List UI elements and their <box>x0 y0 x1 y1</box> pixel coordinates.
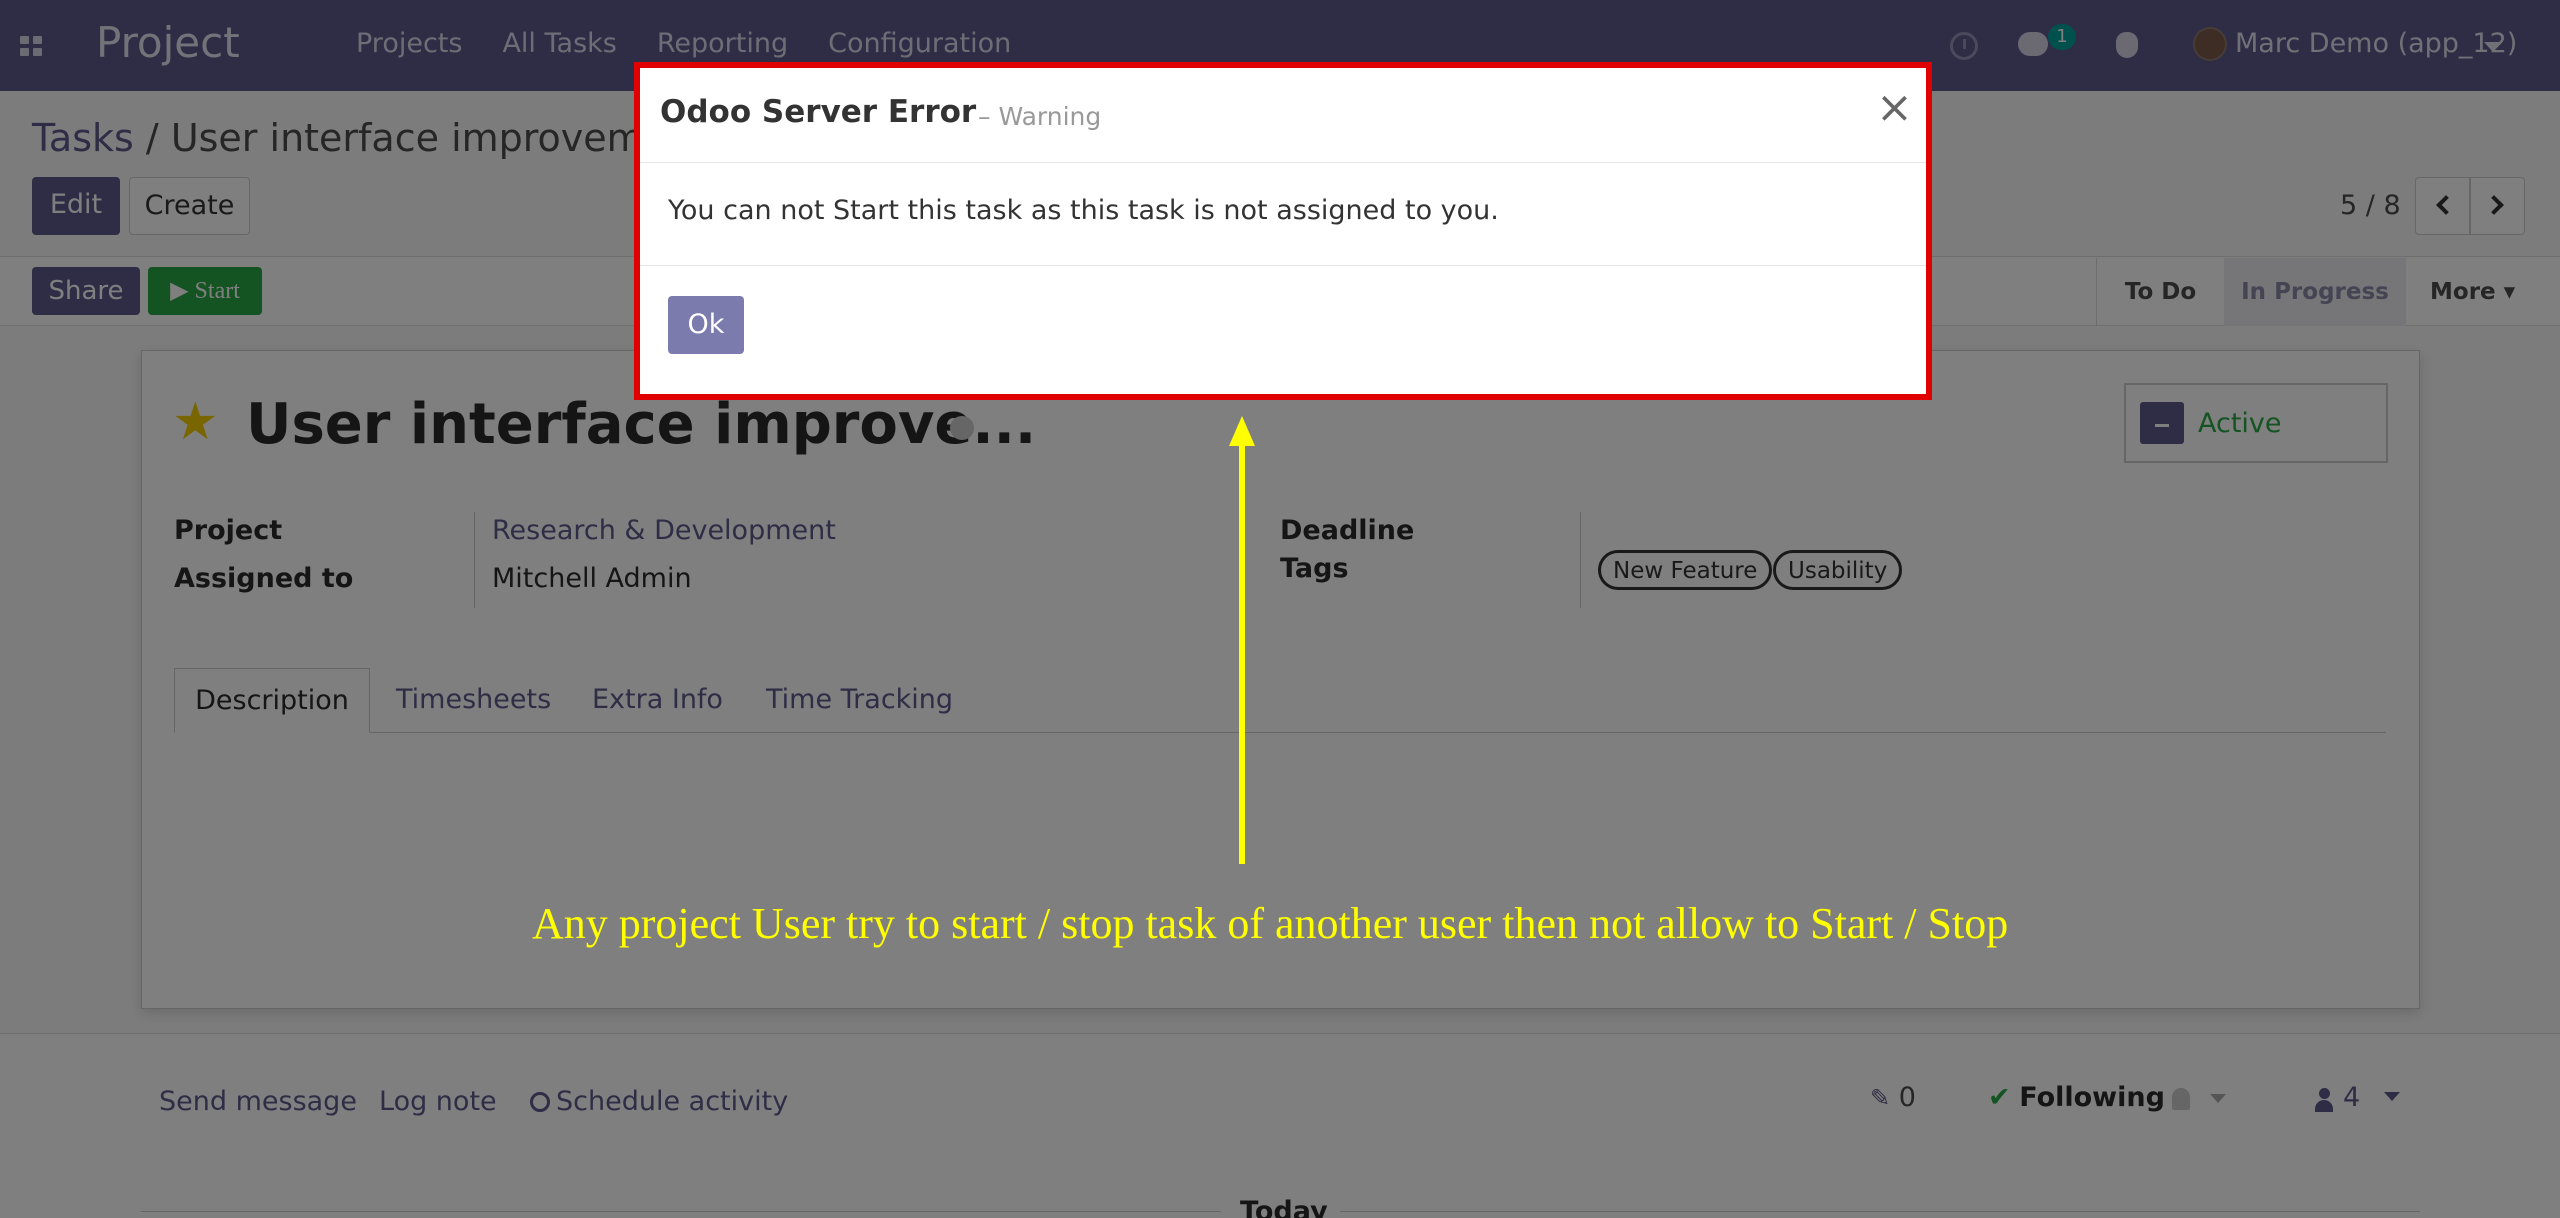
annotation-text: Any project User try to start / stop tas… <box>532 899 2009 948</box>
dialog-message: You can not Start this task as this task… <box>668 195 1499 226</box>
dialog-footer-divider <box>640 265 1926 266</box>
dialog-subtitle: – Warning <box>978 102 1102 131</box>
error-dialog: Odoo Server Error – Warning × You can no… <box>634 62 1932 400</box>
dialog-header: Odoo Server Error – Warning × <box>640 68 1926 163</box>
dialog-title: Odoo Server Error <box>660 94 977 130</box>
annotation-arrow-line <box>1239 438 1245 864</box>
ok-button[interactable]: Ok <box>668 296 744 354</box>
close-icon[interactable]: × <box>1876 86 1913 130</box>
dialog-body: You can not Start this task as this task… <box>640 163 1926 328</box>
